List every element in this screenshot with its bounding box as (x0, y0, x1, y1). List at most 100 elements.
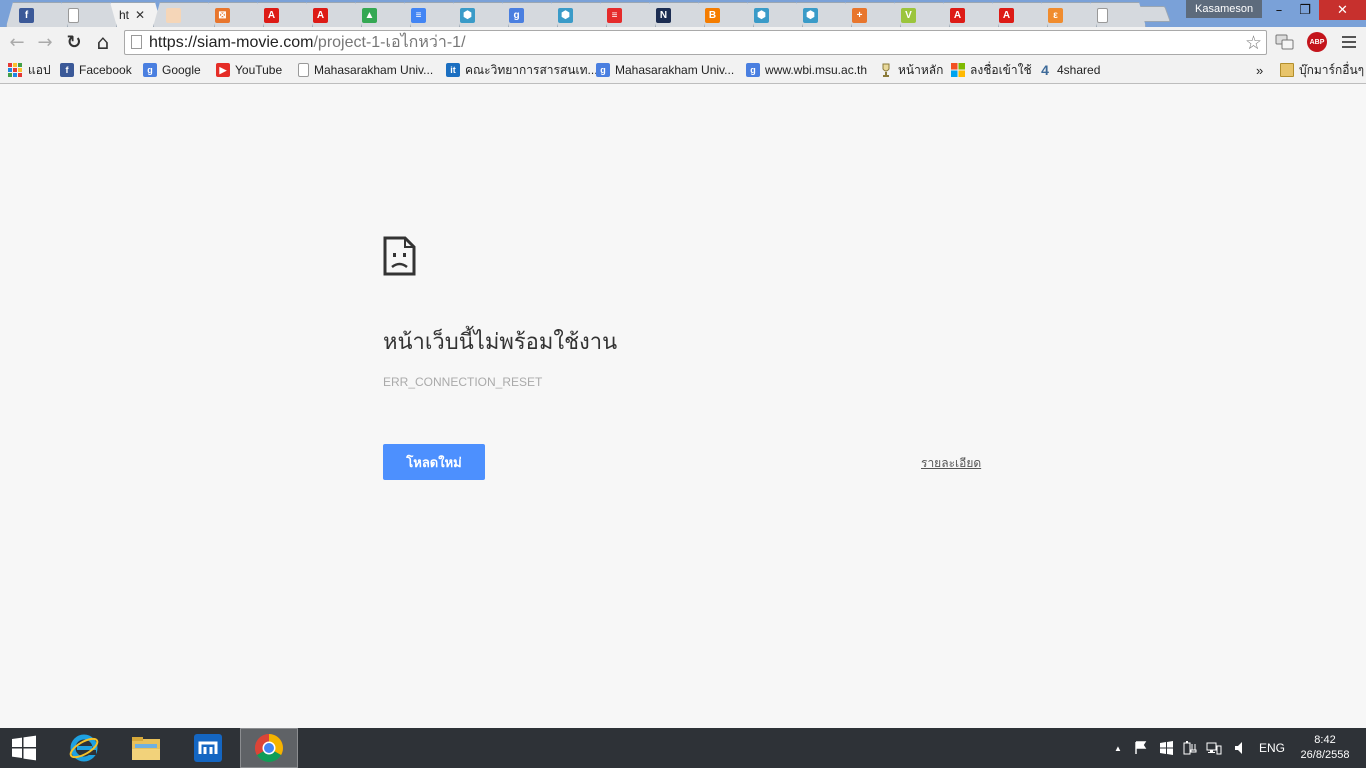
tab-strip: Kasameson – ❐ ✕ f ht ✕ ⊠ A A ▲ ≡ ⬢ g ⬢ ≡ N B ⬢ ⬢ + V A Aε (0, 0, 1366, 27)
tray-overflow-arrow[interactable]: ▲ (1110, 728, 1126, 768)
sad-page-icon (383, 236, 416, 276)
adblock-plus-button[interactable]: ABP (1306, 31, 1328, 53)
bookmark-label: Facebook (79, 63, 132, 77)
back-button[interactable]: ← (6, 31, 28, 53)
clock-date: 26/8/2558 (1300, 749, 1350, 761)
bookmark-label: ลงชื่อเข้าใช้ (970, 62, 1032, 77)
google-docs-icon: ≡ (411, 8, 426, 23)
bookmark-item[interactable]: g Mahasarakham Univ... (596, 61, 734, 79)
maxthon-taskbar-button[interactable] (180, 728, 236, 768)
bookmark-item[interactable]: แอป (8, 61, 51, 79)
restore-button[interactable]: ❐ (1292, 0, 1318, 20)
home-button[interactable]: ⌂ (92, 30, 114, 54)
google-icon: g (596, 63, 610, 77)
bookmark-star-icon[interactable]: ☆ (1245, 32, 1262, 55)
internet-explorer-taskbar-button[interactable] (56, 728, 112, 768)
address-bar[interactable]: https://siam-movie.com/project-1-เอไกหว่… (124, 30, 1267, 55)
windows-update-icon[interactable] (1157, 728, 1175, 768)
power-battery-icon[interactable] (1181, 728, 1199, 768)
bookmark-item[interactable]: 4 4shared (1038, 61, 1100, 79)
volume-speaker-icon[interactable] (1231, 728, 1249, 768)
cat-face-icon (166, 8, 181, 23)
facebook-icon: f (60, 63, 74, 77)
4shared-icon: 4 (1041, 62, 1049, 78)
input-language-indicator[interactable]: ENG (1256, 728, 1288, 768)
bookmark-label: YouTube (235, 63, 283, 77)
bookmark-label: Mahasarakham Univ... (314, 63, 434, 77)
bookmark-item[interactable]: ลงชื่อเข้าใช้ (951, 61, 1032, 79)
other-bookmarks-folder[interactable]: บุ๊กมาร์กอื่นๆ (1280, 61, 1364, 79)
blogger-icon: B (705, 8, 720, 23)
file-explorer-taskbar-button[interactable] (118, 728, 174, 768)
windows-logo-icon (951, 63, 965, 77)
bookmark-label: แอป (28, 62, 51, 77)
chrome-taskbar-button[interactable] (240, 728, 298, 768)
reload-button[interactable]: ↻ (63, 31, 85, 53)
tab-facebook[interactable]: f (6, 2, 68, 27)
internet-explorer-icon (69, 734, 99, 762)
translate-icon[interactable] (1274, 31, 1296, 53)
hexagon-app-icon: ⬢ (460, 8, 475, 23)
google-drive-icon: ▲ (362, 8, 377, 23)
google-icon: g (509, 8, 524, 23)
page-icon (131, 35, 142, 49)
bookmark-item[interactable]: g www.wbi.msu.ac.th (746, 61, 867, 79)
tab-close-icon[interactable]: ✕ (135, 8, 145, 22)
chrome-icon (255, 734, 283, 762)
bookmark-label: หน้าหลัก (898, 62, 944, 77)
bookmarks-overflow-button[interactable]: » (1256, 61, 1263, 79)
bookmark-item[interactable]: it คณะวิทยาการสารสนเท... (446, 61, 598, 79)
tab-cat-face[interactable] (153, 2, 215, 27)
bookmark-item[interactable]: Mahasarakham Univ... (298, 61, 433, 79)
youtube-icon: ▶ (216, 63, 230, 77)
minimize-button[interactable]: – (1266, 0, 1292, 20)
details-link[interactable]: รายละเอียด (921, 454, 981, 473)
start-button[interactable] (0, 728, 48, 768)
action-center-flag-icon[interactable] (1132, 728, 1150, 768)
apps-grid-icon (8, 63, 22, 77)
clock-time: 8:42 (1314, 734, 1336, 746)
windows-taskbar: ▲ ENG 8:42 26/8/2558 (0, 728, 1366, 768)
xampp-icon: ⊠ (215, 8, 230, 23)
close-window-button[interactable]: ✕ (1319, 0, 1366, 20)
windows-logo-icon (12, 735, 36, 761)
bookmark-label: Google (162, 63, 201, 77)
bookmark-item[interactable]: ▶ YouTube (216, 61, 282, 79)
bookmark-item[interactable]: f Facebook (60, 61, 132, 79)
folder-icon (132, 737, 160, 760)
other-bookmarks-label: บุ๊กมาร์กอื่นๆ (1299, 62, 1365, 77)
facebook-icon: f (19, 8, 34, 23)
bookmarks-bar: » บุ๊กมาร์กอื่นๆ แอป f Facebook g Google ▶ You… (0, 57, 1366, 84)
hexagon-app-icon: ⬢ (754, 8, 769, 23)
google-icon: g (143, 63, 157, 77)
hexagon-app-icon: ⬢ (558, 8, 573, 23)
url-path: /project-1-เอไกหว่า-1/ (313, 34, 466, 51)
angularjs-icon: A (950, 8, 965, 23)
bookmark-label: www.wbi.msu.ac.th (765, 63, 868, 77)
n-logo-icon: N (656, 8, 671, 23)
bookmark-label: Mahasarakham Univ... (615, 63, 735, 77)
hamburger-menu-icon (1342, 36, 1356, 48)
tab-title: ht (119, 8, 129, 22)
maxthon-icon (194, 734, 222, 762)
thai-flag-icon: ≡ (607, 8, 622, 23)
bookmark-item[interactable]: หน้าหลัก (879, 61, 943, 79)
chrome-menu-button[interactable] (1338, 31, 1360, 53)
network-icon[interactable] (1205, 728, 1223, 768)
error-title: หน้าเว็บนี้ไม่พร้อมใช้งาน (383, 330, 618, 355)
forward-button[interactable]: → (34, 31, 56, 53)
url-host: https://siam-movie.com (149, 33, 314, 51)
abp-icon: ABP (1307, 32, 1327, 52)
orange-app-icon: ε (1048, 8, 1063, 23)
page-icon (298, 63, 309, 77)
bookmark-item[interactable]: g Google (143, 61, 201, 79)
reload-page-button[interactable]: โหลดใหม่ (383, 444, 485, 480)
v-logo-icon: V (901, 8, 916, 23)
it-icon: it (446, 63, 460, 77)
angularjs-icon: A (999, 8, 1014, 23)
blank-page-icon (68, 8, 79, 23)
clock[interactable]: 8:42 26/8/2558 (1296, 733, 1354, 763)
trophy-icon (879, 63, 893, 77)
google-icon: g (746, 63, 760, 77)
profile-button[interactable]: Kasameson (1186, 0, 1263, 18)
